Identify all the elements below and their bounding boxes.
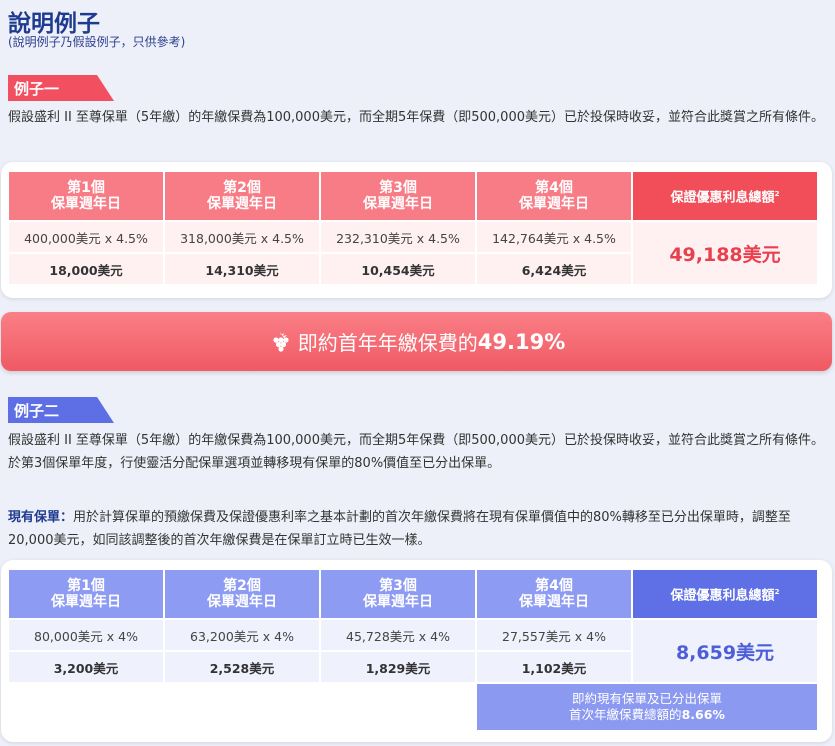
example1-formula-3: 232,310美元 x 4.5% — [321, 222, 475, 252]
example2-description: 假設盛利 II 至尊保單（5年繳）的年繳保費為100,000美元，而全期5年保費… — [8, 433, 824, 471]
example1-table: 第1個 保單週年日 第2個 保單週年日 第3個 保單週年日 第4個 保單週年日 保證優惠… — [9, 172, 817, 284]
example2-formula-4: 27,557美元 x 4% — [477, 620, 631, 650]
example1-banner-text: 即約首年年繳保費的 — [297, 331, 478, 355]
example2-amount-4: 1,102美元 — [477, 652, 631, 682]
example1-amount-2: 14,310美元 — [165, 254, 319, 284]
example1-formula-4: 142,764美元 x 4.5% — [477, 222, 631, 252]
example2-note-line1: 即約現有保單及已分出保單 — [571, 691, 722, 706]
example1-amount-3: 10,454美元 — [321, 254, 475, 284]
existing-policy-label: 現有保單： — [8, 510, 74, 525]
example2-amount-2: 2,528美元 — [165, 652, 319, 682]
grape-icon — [273, 331, 289, 352]
page-subtitle: (說明例子乃假設例子，只供參考) — [8, 35, 186, 49]
example2-percent-note: 即約現有保單及已分出保單 首次年繳保費總額的8.66% — [477, 684, 817, 730]
example1-description: 假設盛利 II 至尊保單（5年繳）的年繳保費為100,000美元，而全期5年保費… — [8, 110, 824, 125]
example1-col2-header: 第2個 保單週年日 — [165, 172, 319, 220]
existing-policy-note: 現有保單：用於計算保單的預繳保費及保證優惠利率之基本計劃的首次年繳保費將在現有保… — [8, 506, 828, 552]
example2-formula-2: 63,200美元 x 4% — [165, 620, 319, 650]
example2-table: 第1個 保單週年日 第2個 保單週年日 第3個 保單週年日 第4個 保單週年日 保證優惠… — [9, 570, 817, 730]
example1-tag: 例子一 — [8, 75, 114, 101]
example2-total-header: 保證優惠利息總額2 — [633, 570, 817, 618]
example1-total-header: 保證優惠利息總額2 — [633, 172, 817, 220]
example2-note-percent: 8.66% — [681, 707, 725, 722]
example2-col1-header: 第1個 保單週年日 — [9, 570, 163, 618]
example2-amount-1: 3,200美元 — [9, 652, 163, 682]
example2-formula-1: 80,000美元 x 4% — [9, 620, 163, 650]
example1-total-value: 49,188美元 — [633, 222, 817, 284]
example1-table-card: 第1個 保單週年日 第2個 保單週年日 第3個 保單週年日 第4個 保單週年日 保證優惠… — [1, 162, 832, 298]
example2-tag: 例子二 — [8, 397, 114, 423]
existing-policy-text: 用於計算保單的預繳保費及保證優惠利率之基本計劃的首次年繳保費將在現有保單價值中的… — [8, 510, 791, 548]
example2-amount-3: 1,829美元 — [321, 652, 475, 682]
example1-banner: 即約首年年繳保費的 49.19% — [1, 312, 832, 371]
example2-col2-header: 第2個 保單週年日 — [165, 570, 319, 618]
example1-col1-header: 第1個 保單週年日 — [9, 172, 163, 220]
example2-col4-header: 第4個 保單週年日 — [477, 570, 631, 618]
example1-formula-2: 318,000美元 x 4.5% — [165, 222, 319, 252]
example2-formula-3: 45,728美元 x 4% — [321, 620, 475, 650]
example2-col3-header: 第3個 保單週年日 — [321, 570, 475, 618]
example1-amount-1: 18,000美元 — [9, 254, 163, 284]
example1-formula-1: 400,000美元 x 4.5% — [9, 222, 163, 252]
example2-note-line2: 首次年繳保費總額的 — [569, 707, 682, 722]
example1-col4-header: 第4個 保單週年日 — [477, 172, 631, 220]
example2-table-card: 第1個 保單週年日 第2個 保單週年日 第3個 保單週年日 第4個 保單週年日 保證優惠… — [1, 560, 832, 742]
example1-col3-header: 第3個 保單週年日 — [321, 172, 475, 220]
example1-banner-percent: 49.19% — [477, 329, 566, 354]
example2-total-value: 8,659美元 — [633, 620, 817, 682]
example1-amount-4: 6,424美元 — [477, 254, 631, 284]
